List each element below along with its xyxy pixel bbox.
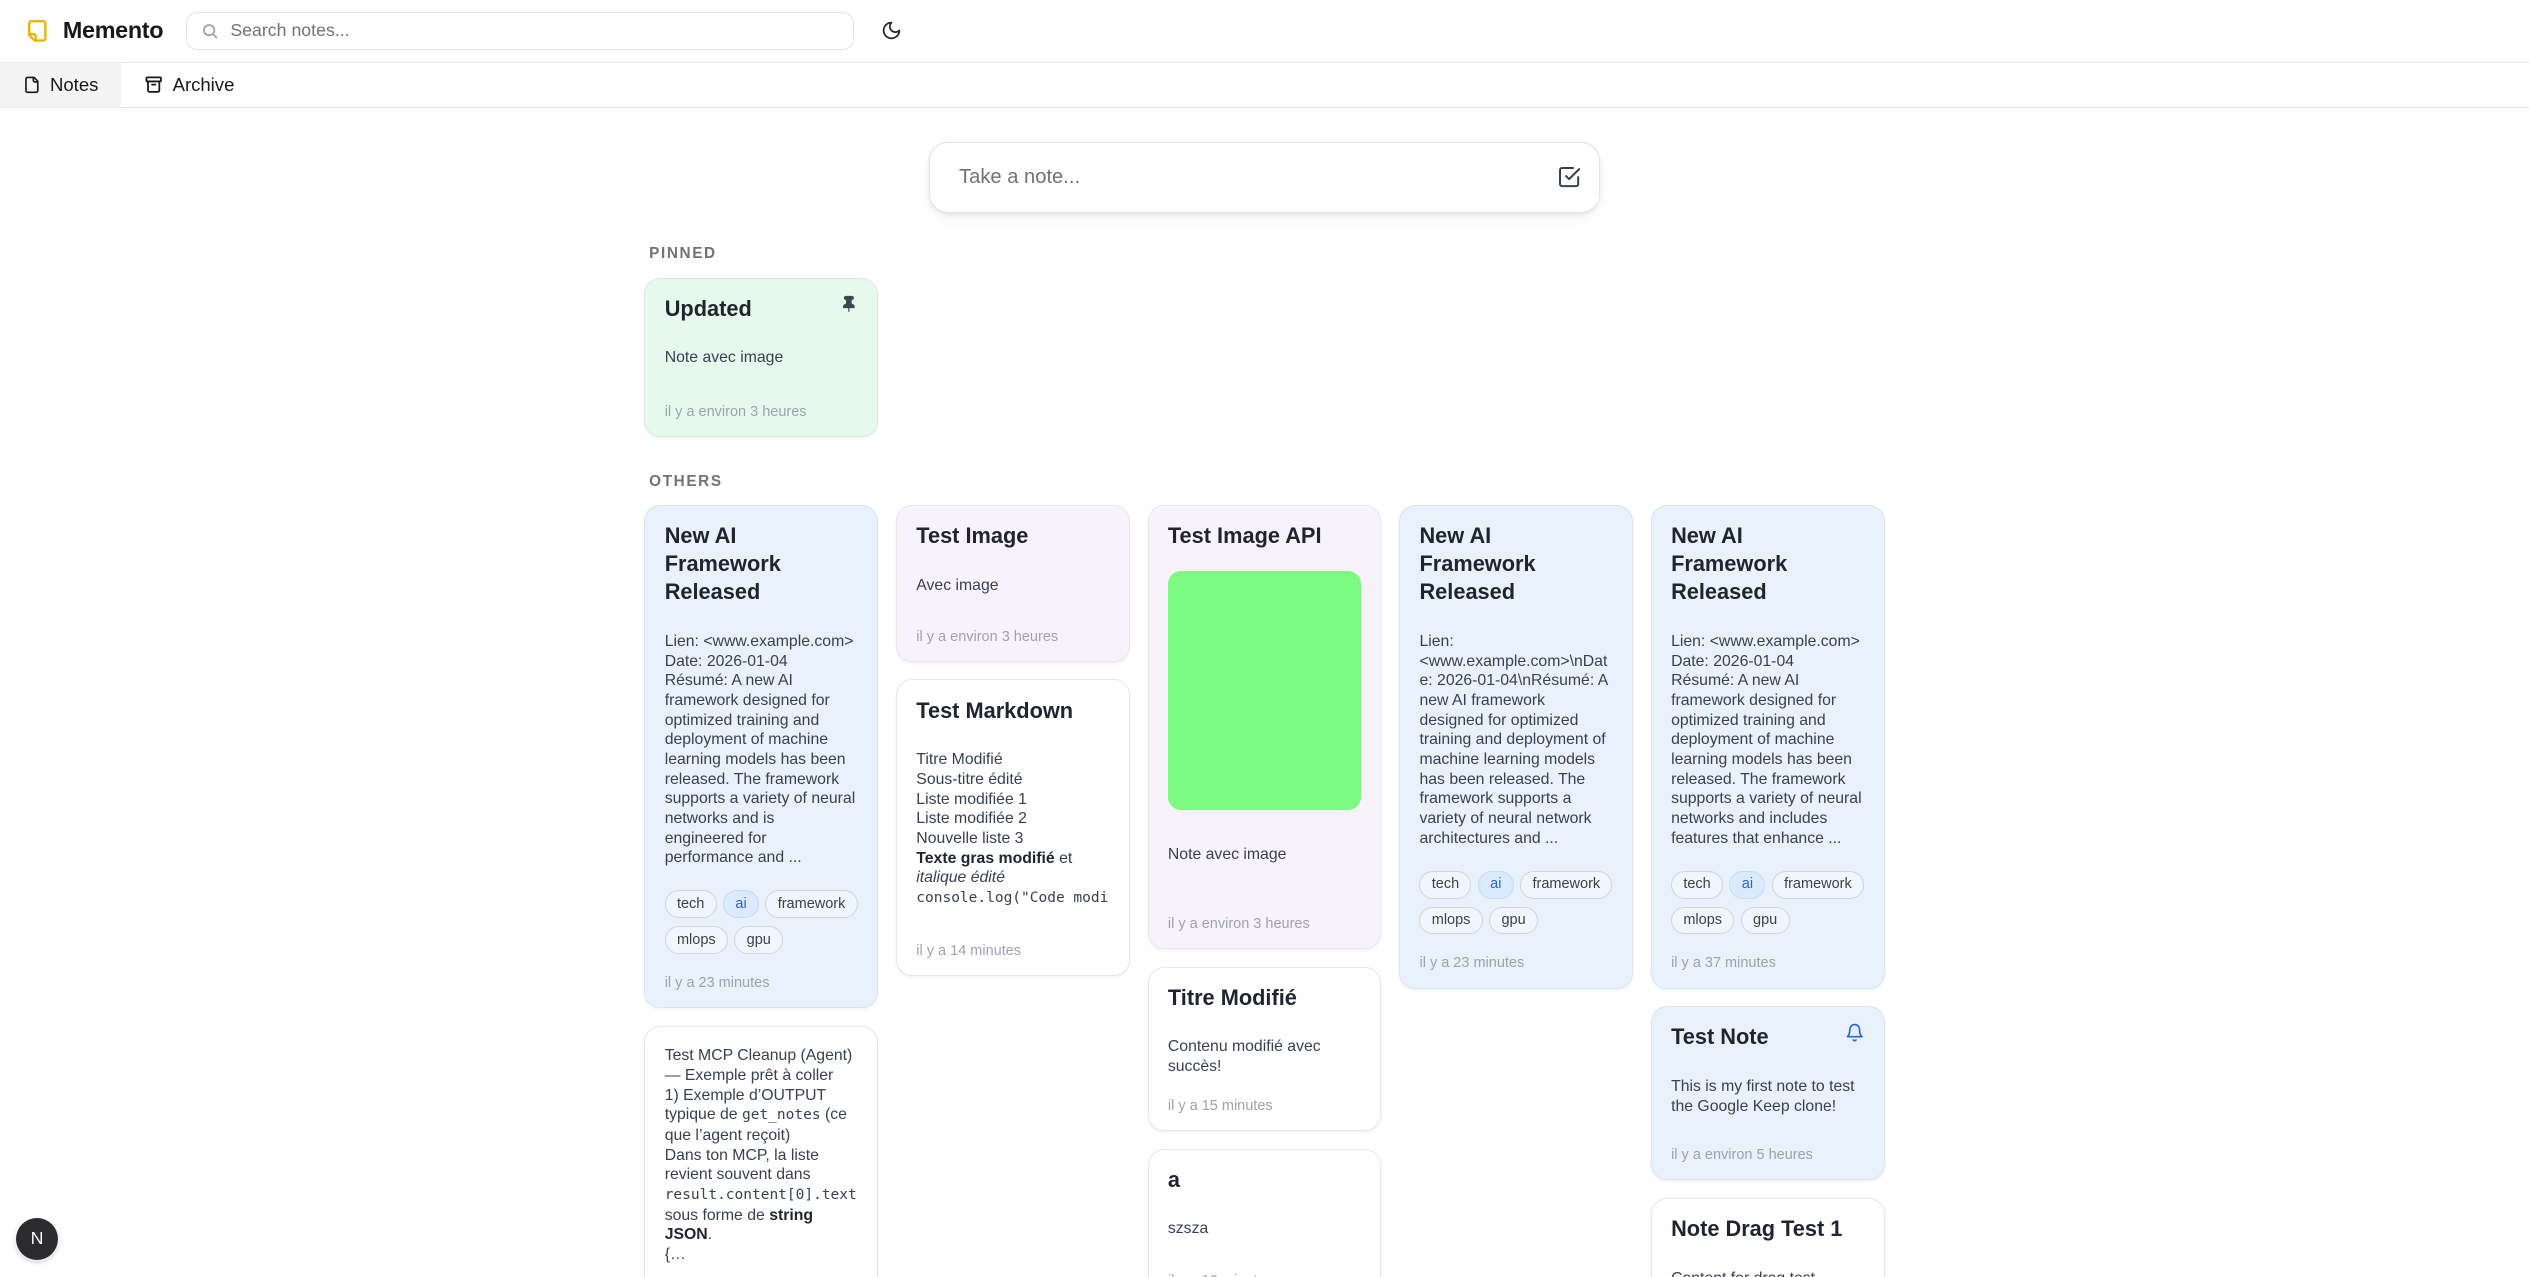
tag-framework[interactable]: framework xyxy=(1520,871,1612,899)
tag-list: tech ai framework mlops gpu xyxy=(665,868,858,954)
pinned-section-label: PINNED xyxy=(649,245,1884,263)
tab-archive[interactable]: Archive xyxy=(121,63,257,107)
note-title: Test Image xyxy=(916,522,1109,550)
tab-archive-label: Archive xyxy=(173,74,235,96)
note-title: Test Note xyxy=(1671,1023,1769,1051)
others-section-label: OTHERS xyxy=(649,473,1884,491)
sticky-note-icon xyxy=(26,18,52,44)
pinned-row: Updated Note avec image il y a environ 3… xyxy=(644,278,1884,438)
note-content: Lien: <www.example.com> Date: 2026-01-04… xyxy=(665,632,858,868)
composer-input[interactable] xyxy=(956,164,1552,190)
note-content: Contenu modifié avec succès! xyxy=(1168,1037,1361,1076)
archive-icon xyxy=(144,75,163,94)
note-timestamp: il y a environ 3 heures xyxy=(916,608,1109,645)
note-card-updated[interactable]: Updated Note avec image il y a environ 3… xyxy=(644,278,878,438)
tag-gpu[interactable]: gpu xyxy=(1489,907,1538,935)
grid-column-1: New AI Framework Released Lien: <www.exa… xyxy=(644,505,878,1277)
pin-icon[interactable] xyxy=(840,295,858,313)
note-timestamp: il y a 14 minutes xyxy=(916,922,1109,959)
note-composer xyxy=(929,142,1600,213)
tag-ai[interactable]: ai xyxy=(1478,871,1514,899)
note-timestamp: il y a environ 3 heures xyxy=(665,383,858,420)
note-card-new-ai-framework-2[interactable]: New AI Framework Released Lien: <www.exa… xyxy=(1399,505,1633,988)
grid-column-4: New AI Framework Released Lien: <www.exa… xyxy=(1399,505,1633,988)
brand: Memento xyxy=(26,17,163,44)
tag-tech[interactable]: tech xyxy=(665,890,717,918)
tab-bar: Notes Archive xyxy=(0,63,2529,108)
note-content: Test MCP Cleanup (Agent) — Exemple prêt … xyxy=(665,1046,858,1264)
tab-notes-label: Notes xyxy=(50,74,98,96)
tag-ai[interactable]: ai xyxy=(1729,871,1765,899)
bell-icon[interactable] xyxy=(1845,1023,1864,1042)
note-title: New AI Framework Released xyxy=(665,522,858,606)
file-icon xyxy=(23,76,41,94)
note-image-green xyxy=(1168,571,1361,810)
tag-mlops[interactable]: mlops xyxy=(1671,907,1734,935)
note-title: New AI Framework Released xyxy=(1671,522,1864,606)
note-title: a xyxy=(1168,1166,1361,1194)
note-timestamp: il y a 16 minutes xyxy=(1168,1253,1361,1277)
note-content: This is my first note to test the Google… xyxy=(1671,1077,1864,1116)
note-content: Note avec image xyxy=(1168,845,1361,865)
app-window: Memento Notes Archive xyxy=(0,0,2529,1277)
note-title: Titre Modifié xyxy=(1168,984,1361,1012)
tag-ai[interactable]: ai xyxy=(723,890,759,918)
note-timestamp: il y a 23 minutes xyxy=(1419,934,1612,971)
note-card-test-image-api[interactable]: Test Image API Note avec image il y a en… xyxy=(1148,505,1382,949)
note-card-mcp-cleanup[interactable]: Test MCP Cleanup (Agent) — Exemple prêt … xyxy=(644,1026,878,1277)
tag-mlops[interactable]: mlops xyxy=(1419,907,1482,935)
avatar-initial: N xyxy=(31,1228,44,1249)
note-content: Avec image xyxy=(916,576,1109,596)
note-content: Lien: <www.example.com>\nDate: 2026-01-0… xyxy=(1419,632,1612,848)
theme-toggle-button[interactable] xyxy=(876,16,907,47)
search-box xyxy=(186,12,854,51)
new-checklist-button[interactable] xyxy=(1552,160,1586,194)
note-card-new-ai-framework-1[interactable]: New AI Framework Released Lien: <www.exa… xyxy=(644,505,878,1008)
tag-gpu[interactable]: gpu xyxy=(1741,907,1790,935)
note-content: Content for drag test xyxy=(1671,1269,1864,1277)
grid-column-3: Test Image API Note avec image il y a en… xyxy=(1148,505,1382,1277)
note-timestamp: il y a 23 minutes xyxy=(665,954,858,991)
note-card-titre-modifie[interactable]: Titre Modifié Contenu modifié avec succè… xyxy=(1148,967,1382,1131)
grid-column-5: New AI Framework Released Lien: <www.exa… xyxy=(1651,505,1885,1277)
moon-icon xyxy=(881,20,902,41)
note-timestamp: il y a 14 minutes xyxy=(665,1265,858,1277)
tag-mlops[interactable]: mlops xyxy=(665,926,728,954)
tag-framework[interactable]: framework xyxy=(765,890,857,918)
notes-grid: New AI Framework Released Lien: <www.exa… xyxy=(644,505,1884,1277)
note-content: Titre ModifiéSous-titre éditéListe modif… xyxy=(916,750,1109,908)
check-square-icon xyxy=(1557,165,1581,189)
user-avatar[interactable]: N xyxy=(16,1218,58,1260)
grid-column-2: Test Image Avec image il y a environ 3 h… xyxy=(896,505,1130,976)
tag-list: tech ai framework mlops gpu xyxy=(1419,848,1612,934)
note-timestamp: il y a 37 minutes xyxy=(1671,934,1864,971)
tag-tech[interactable]: tech xyxy=(1671,871,1723,899)
note-title: Note Drag Test 1 xyxy=(1671,1215,1864,1243)
note-title: Updated xyxy=(665,295,752,323)
tag-gpu[interactable]: gpu xyxy=(734,926,783,954)
note-card-new-ai-framework-3[interactable]: New AI Framework Released Lien: <www.exa… xyxy=(1651,505,1885,988)
note-timestamp: il y a environ 5 heures xyxy=(1671,1126,1864,1163)
search-input[interactable] xyxy=(230,20,838,41)
search-icon xyxy=(201,22,219,40)
note-title: New AI Framework Released xyxy=(1419,522,1612,606)
note-content: Note avec image xyxy=(665,348,858,368)
note-title: Test Image API xyxy=(1168,522,1361,550)
note-card-a[interactable]: a szsza il y a 16 minutes xyxy=(1148,1149,1382,1277)
tag-tech[interactable]: tech xyxy=(1419,871,1471,899)
note-title: Test Markdown xyxy=(916,697,1109,725)
note-timestamp: il y a environ 3 heures xyxy=(1168,895,1361,932)
note-timestamp: il y a 15 minutes xyxy=(1168,1077,1361,1114)
note-card-drag-test[interactable]: Note Drag Test 1 Content for drag test i… xyxy=(1651,1198,1885,1277)
note-content: Lien: <www.example.com> Date: 2026-01-04… xyxy=(1671,632,1864,848)
tab-notes[interactable]: Notes xyxy=(0,63,121,107)
note-card-test-markdown[interactable]: Test Markdown Titre ModifiéSous-titre éd… xyxy=(896,679,1130,976)
note-card-test-note[interactable]: Test Note This is my first note to test … xyxy=(1651,1006,1885,1180)
app-title: Memento xyxy=(63,17,163,44)
app-header: Memento xyxy=(0,0,2529,63)
note-card-test-image[interactable]: Test Image Avec image il y a environ 3 h… xyxy=(896,505,1130,661)
tag-framework[interactable]: framework xyxy=(1772,871,1864,899)
tag-list: tech ai framework mlops gpu xyxy=(1671,848,1864,934)
note-content: szsza xyxy=(1168,1219,1361,1239)
